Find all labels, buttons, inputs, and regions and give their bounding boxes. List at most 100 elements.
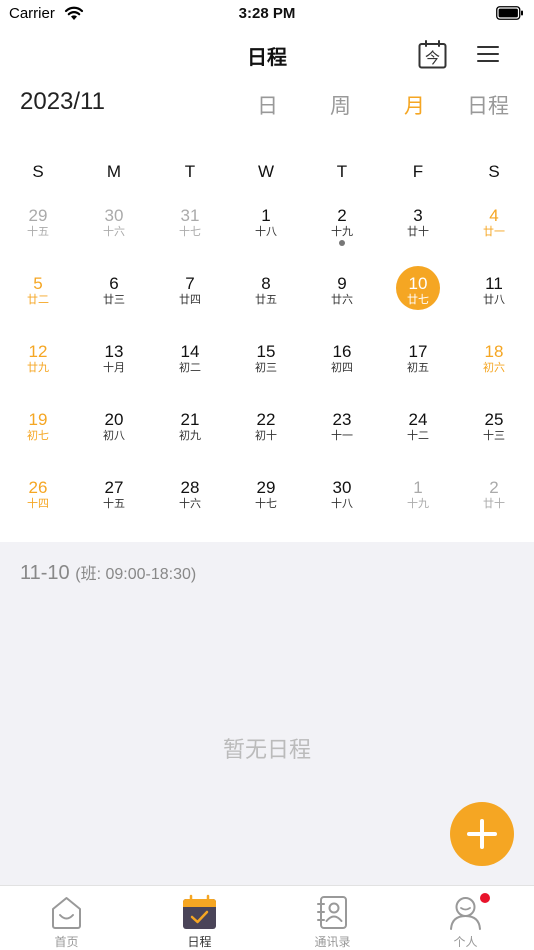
lunar-date: 十九 [407,497,429,510]
lunar-date: 廿五 [255,293,277,306]
calendar-day[interactable]: 11 廿八 [456,275,532,335]
add-schedule-button[interactable] [450,802,514,866]
tab-contacts[interactable]: 通讯录 [266,886,399,950]
schedule-panel: 11-10 (班: 09:00-18:30) 暂无日程 [0,542,534,885]
menu-icon[interactable] [477,44,499,64]
lunar-date: 十四 [27,497,49,510]
calendar-day[interactable]: 19 初七 [0,411,76,471]
view-tab-day[interactable]: 日 [257,90,278,120]
day-number: 23 [332,410,352,429]
lunar-date: 初四 [331,361,353,374]
view-tab-month[interactable]: 月 [404,90,425,120]
calendar-day[interactable]: 2 十九 [304,207,380,267]
today-calendar-icon[interactable]: 今 [418,40,447,69]
calendar-day[interactable]: 15 初三 [228,343,304,403]
calendar-day[interactable]: 8 廿五 [228,275,304,335]
lunar-date: 十五 [27,225,49,238]
nav-title: 日程 [247,45,287,69]
lunar-date: 十月 [103,361,125,374]
lunar-date: 初七 [27,429,49,442]
calendar-day[interactable]: 24 十二 [380,411,456,471]
schedule-date-line: 11-10 (班: 09:00-18:30) [20,560,196,585]
calendar-day[interactable]: 22 初十 [228,411,304,471]
calendar-day[interactable]: 28 十六 [152,479,228,539]
schedule-date: 11-10 [20,562,70,584]
tab-contacts-label: 通讯录 [314,935,351,949]
day-number: 22 [256,410,276,429]
day-number: 27 [104,478,124,497]
calendar-day[interactable]: 9 廿六 [304,275,380,335]
view-tab-schedule[interactable]: 日程 [467,90,509,120]
calendar-day[interactable]: 26 十四 [0,479,76,539]
day-number: 20 [104,410,124,429]
lunar-date: 廿二 [27,293,49,306]
calendar-day[interactable]: 12 廿九 [0,343,76,403]
calendar-day[interactable]: 16 初四 [304,343,380,403]
day-number: 14 [180,342,200,361]
status-bar: Carrier 3:28 PM [0,0,534,28]
lunar-date: 十七 [255,497,277,510]
calendar-day[interactable]: 6 廿三 [76,275,152,335]
profile-icon [450,897,481,930]
day-number: 1 [413,478,423,497]
lunar-date: 十二 [407,429,429,442]
calendar-day[interactable]: 17 初五 [380,343,456,403]
day-number: 13 [104,342,124,361]
day-number: 28 [180,478,200,497]
tab-schedule-label: 日程 [187,935,212,949]
calendar-day[interactable]: 30 十八 [304,479,380,539]
lunar-date: 十六 [103,225,125,238]
tab-schedule[interactable]: 日程 [133,886,266,950]
tab-bar: 首页 日程 通讯录 个人 [0,885,534,950]
tab-profile[interactable]: 个人 [399,886,532,950]
calendar-day[interactable]: 3 廿十 [380,207,456,267]
day-number: 18 [484,342,504,361]
contacts-icon [317,896,347,929]
calendar-day[interactable]: 4 廿一 [456,207,532,267]
day-number: 7 [185,274,195,293]
lunar-date: 廿四 [179,293,201,306]
day-number: 11 [485,274,503,293]
lunar-date: 廿十 [483,497,505,510]
home-icon [52,897,81,929]
lunar-date: 廿六 [331,293,353,306]
calendar-day[interactable]: 14 初二 [152,343,228,403]
weekday-label: T [336,162,348,181]
day-number: 21 [180,410,200,429]
calendar-day[interactable]: 31 十七 [152,207,228,267]
calendar-day-selected[interactable]: 10 廿七 [380,266,456,335]
calendar-day[interactable]: 27 十五 [76,479,152,539]
calendar-day[interactable]: 13 十月 [76,343,152,403]
calendar-day[interactable]: 29 十五 [0,207,76,267]
day-number: 29 [28,206,48,225]
calendar-day[interactable]: 1 十九 [380,479,456,539]
notification-badge [480,893,490,903]
day-number: 19 [28,410,48,429]
weekday-label: F [412,162,424,181]
lunar-date: 初三 [255,361,277,374]
day-number: 12 [28,342,48,361]
day-number: 2 [337,206,347,225]
calendar-day[interactable]: 18 初六 [456,343,532,403]
lunar-date: 十一 [331,429,353,442]
day-number: 15 [256,342,276,361]
calendar-day[interactable]: 2 廿十 [456,479,532,539]
calendar-day[interactable]: 5 廿二 [0,275,76,335]
weekday-label: S [488,162,500,181]
calendar-day[interactable]: 29 十七 [228,479,304,539]
calendar-day[interactable]: 30 十六 [76,207,152,267]
day-number: 30 [104,206,124,225]
day-number: 17 [408,342,428,361]
calendar-day[interactable]: 7 廿四 [152,275,228,335]
tab-home[interactable]: 首页 [0,886,133,950]
calendar-day[interactable]: 20 初八 [76,411,152,471]
calendar-day[interactable]: 21 初九 [152,411,228,471]
event-dot [339,240,345,246]
view-tab-week[interactable]: 周 [330,90,351,120]
day-number: 26 [28,478,48,497]
day-number: 8 [261,274,271,293]
calendar-day[interactable]: 25 十三 [456,411,532,471]
calendar-day[interactable]: 23 十一 [304,411,380,471]
calendar-day[interactable]: 1 十八 [228,207,304,267]
weekday-label: T [184,162,196,181]
